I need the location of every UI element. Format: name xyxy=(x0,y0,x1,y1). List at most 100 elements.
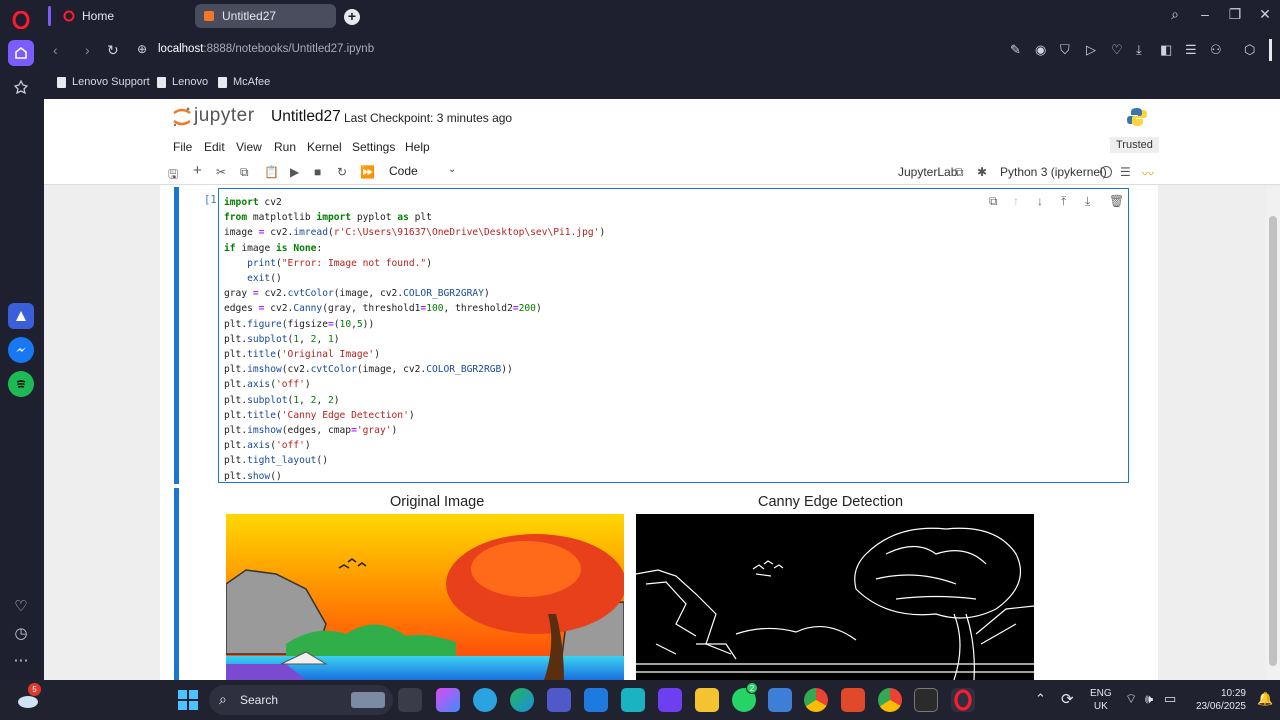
kernel-name[interactable]: Python 3 (ipykernel) xyxy=(1000,165,1107,179)
duplicate-cell-icon[interactable]: ⧉ xyxy=(989,194,998,209)
shield-icon[interactable]: ⛉ xyxy=(1060,42,1070,58)
chrome-icon[interactable] xyxy=(804,688,828,712)
send-icon[interactable]: ▷ xyxy=(1086,42,1096,58)
battery-icon[interactable]: ▭ xyxy=(1164,691,1176,707)
camera-icon[interactable]: ◉ xyxy=(1035,42,1046,58)
insert-below-icon[interactable]: ⤓ xyxy=(1085,194,1090,209)
menu-edit[interactable]: Edit xyxy=(204,140,225,154)
close-button[interactable]: ✕ xyxy=(1253,6,1277,26)
copy-icon[interactable]: ⧉ xyxy=(240,165,249,180)
code-cell-input[interactable]: import cv2 from matplotlib import pyplot … xyxy=(218,188,1129,483)
maximize-button[interactable]: ❐ xyxy=(1223,6,1247,26)
code-editor[interactable]: import cv2 from matplotlib import pyplot … xyxy=(224,195,605,484)
menu-view[interactable]: View xyxy=(236,140,262,154)
profile-icon[interactable]: ⚇ xyxy=(1210,42,1222,58)
home-icon[interactable] xyxy=(8,40,34,66)
favorites-icon[interactable]: ♡ xyxy=(8,593,34,619)
run-icon[interactable]: ▶ xyxy=(290,165,299,179)
minimize-button[interactable]: – xyxy=(1193,6,1217,26)
delete-cell-icon[interactable]: 🗑 xyxy=(1109,194,1124,208)
code-line: gray = cv2.cvtColor(image, cv2.COLOR_BGR… xyxy=(224,288,490,300)
weather-icon[interactable]: 5 xyxy=(16,683,41,709)
sidebar-toggle[interactable] xyxy=(1269,39,1272,61)
restart-run-all-icon[interactable]: ⏩ xyxy=(360,165,375,179)
menu-file[interactable]: File xyxy=(173,140,192,154)
notebook-name[interactable]: Untitled27 xyxy=(271,108,341,126)
bookmark-lenovo-support[interactable]: Lenovo Support xyxy=(57,76,150,88)
app-icon[interactable] xyxy=(621,688,645,712)
page-icon xyxy=(157,76,166,88)
jupyterlab-link[interactable]: JupyterLab xyxy=(898,165,957,179)
reload-icon[interactable]: ↻ xyxy=(107,42,119,59)
wifi-icon[interactable]: ⌔ xyxy=(1125,691,1137,707)
restart-icon[interactable]: ↻ xyxy=(337,165,347,179)
settings-icon[interactable]: ☰ xyxy=(1185,42,1197,58)
search-tabs-icon[interactable]: ⌕ xyxy=(1163,6,1187,26)
chrome-profile-icon[interactable] xyxy=(878,688,902,712)
tab-label: Home xyxy=(82,9,115,23)
extensions-icon[interactable]: ⬡ xyxy=(1244,42,1255,58)
opera-logo-icon[interactable] xyxy=(8,7,34,33)
menu-kernel[interactable]: Kernel xyxy=(307,140,342,154)
sync-icon[interactable]: ⟳ xyxy=(1061,690,1074,708)
menu-lines-icon[interactable]: ☰ xyxy=(1120,165,1131,179)
task-view-icon[interactable] xyxy=(398,688,422,712)
menu-help[interactable]: Help xyxy=(405,140,430,154)
spotify-icon[interactable] xyxy=(8,371,34,397)
debugger-icon[interactable]: ✱ xyxy=(977,165,987,179)
scrollbar-thumb[interactable] xyxy=(1269,216,1277,666)
move-up-icon[interactable]: ↑ xyxy=(1013,194,1019,208)
clock[interactable]: 10:29 23/06/2025 xyxy=(1188,687,1246,713)
insert-cell-icon[interactable]: + xyxy=(193,162,202,179)
edge-icon[interactable] xyxy=(510,688,534,712)
pinboard-icon[interactable] xyxy=(8,74,34,100)
python-logo-icon xyxy=(1127,108,1147,126)
power-automate-icon[interactable] xyxy=(658,688,682,712)
whatsapp-icon[interactable]: 2 xyxy=(732,682,758,712)
code-line: plt.figure(figsize=(10,5)) xyxy=(224,318,375,330)
cell-type-select[interactable]: Code ⌄ xyxy=(389,163,459,181)
globe-icon: ⊕ xyxy=(137,42,148,56)
forward-icon[interactable]: › xyxy=(85,42,90,58)
language-indicator[interactable]: ENG UK xyxy=(1090,687,1112,713)
windows-start-icon[interactable] xyxy=(178,690,198,710)
back-icon[interactable]: ‹ xyxy=(53,42,58,58)
tab-home[interactable]: Home xyxy=(55,4,195,28)
menu-run[interactable]: Run xyxy=(274,140,296,154)
terminal-icon[interactable] xyxy=(914,688,938,712)
taskbar-search[interactable]: ⌕ Search xyxy=(209,685,393,715)
history-icon[interactable]: ◷ xyxy=(8,620,34,646)
remote-desktop-icon[interactable] xyxy=(768,688,792,712)
save-icon[interactable]: 🖫 xyxy=(168,165,178,186)
page-scrollbar[interactable] xyxy=(1266,186,1280,680)
edit-icon[interactable]: ✎ xyxy=(1010,42,1021,58)
opera-taskbar-icon[interactable] xyxy=(951,688,975,712)
new-tab-button[interactable]: + xyxy=(344,9,360,25)
telegram-icon[interactable] xyxy=(473,688,497,712)
bookmark-mcafee[interactable]: McAfee xyxy=(218,76,270,88)
teams-icon[interactable] xyxy=(547,688,571,712)
volume-icon[interactable]: 🕪 xyxy=(1145,691,1153,707)
copilot-icon[interactable] xyxy=(436,688,460,712)
download-icon[interactable]: ⤓ xyxy=(1136,42,1142,58)
store-icon[interactable] xyxy=(584,688,608,712)
file-explorer-icon[interactable] xyxy=(695,688,719,712)
messenger-icon[interactable] xyxy=(8,337,34,363)
menu-settings[interactable]: Settings xyxy=(352,140,395,154)
cut-icon[interactable]: ✂ xyxy=(216,165,226,179)
tab-untitled27[interactable]: Untitled27 xyxy=(195,4,336,28)
more-icon[interactable]: ⋯ xyxy=(8,647,34,673)
insert-above-icon[interactable]: ⤒ xyxy=(1061,194,1066,209)
jupyter-logo-icon[interactable] xyxy=(172,106,192,128)
paste-icon[interactable]: 📋 xyxy=(264,165,279,179)
tray-chevron-icon[interactable]: ⌃ xyxy=(1035,691,1046,707)
wps-icon[interactable] xyxy=(841,688,865,712)
heart-icon[interactable]: ♡ xyxy=(1111,42,1123,58)
aria-icon[interactable] xyxy=(8,303,34,329)
code-line: plt.subplot(1, 2, 1) xyxy=(224,333,340,345)
bookmark-lenovo[interactable]: Lenovo xyxy=(157,76,208,88)
stop-icon[interactable]: ■ xyxy=(314,165,321,179)
notification-bell-icon[interactable]: 🔔 xyxy=(1257,691,1273,707)
split-screen-icon[interactable]: ◧ xyxy=(1160,42,1172,58)
move-down-icon[interactable]: ↓ xyxy=(1037,194,1043,208)
